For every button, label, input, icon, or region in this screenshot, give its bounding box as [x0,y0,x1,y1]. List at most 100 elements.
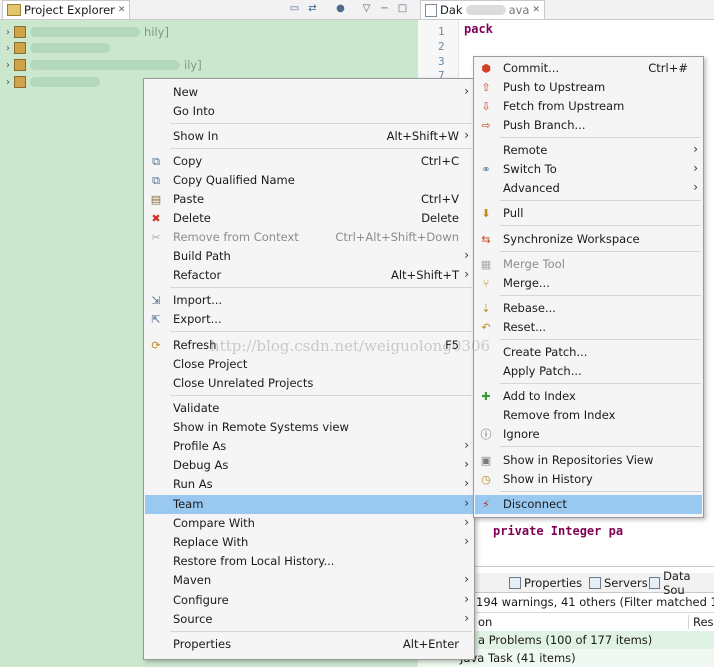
minimize-icon[interactable]: − [378,2,391,15]
menu-label: Source [173,612,213,626]
menu-item-add-to-index[interactable]: ✚ Add to Index [475,387,702,406]
menu-item-merge[interactable]: ⑂ Merge... [475,274,702,293]
menu-item-copy[interactable]: ⧉ Copy Ctrl+C [145,152,473,171]
menu-item-run-as[interactable]: Run As › [145,475,473,494]
menu-item-reset[interactable]: ↶ Reset... [475,318,702,337]
menu-item-advanced[interactable]: Advanced › [475,179,702,198]
menu-item-create-patch[interactable]: Create Patch... [475,343,702,362]
menu-item-restore-from-local-history[interactable]: Restore from Local History... [145,552,473,571]
menu-item-show-in-remote-systems-view[interactable]: Show in Remote Systems view [145,418,473,437]
chevron-right-icon[interactable]: › [6,27,10,38]
menu-item-import[interactable]: ⇲ Import... [145,291,473,310]
column-header[interactable]: Reso [688,615,714,629]
menu-label: Paste [173,192,205,206]
menu-item-go-into[interactable]: Go Into [145,102,473,121]
menu-item-profile-as[interactable]: Profile As › [145,437,473,456]
menu-label: Remove from Context [173,230,299,244]
java-file-icon [425,3,437,17]
paste-icon: ▤ [150,193,162,206]
menu-item-new[interactable]: New › [145,83,473,102]
editor-tab-title: Dak [440,3,463,17]
menu-item-disconnect[interactable]: ⚡ Disconnect [475,495,702,514]
repositories-icon: ▣ [480,454,492,467]
maximize-icon[interactable]: □ [396,2,409,15]
menu-label: Restore from Local History... [173,554,335,568]
menu-item-apply-patch[interactable]: Apply Patch... [475,362,702,381]
menu-item-push-to-upstream[interactable]: ⇧ Push to Upstream [475,78,702,97]
menu-item-close-unrelated-projects[interactable]: Close Unrelated Projects [145,374,473,393]
menu-item-configure[interactable]: Configure › [145,591,473,610]
tree-item-suffix: ily] [184,58,202,72]
project-icon [14,59,26,71]
code-line[interactable]: pack [464,22,493,36]
tree-item-label [30,43,110,53]
menu-item-close-project[interactable]: Close Project [145,355,473,374]
menu-item-delete[interactable]: ✖ Delete Delete [145,209,473,228]
chevron-right-icon: › [693,142,698,156]
menu-item-switch-to[interactable]: ⚭ Switch To › [475,160,702,179]
tree-item[interactable]: › [6,74,100,90]
pull-icon: ⬇ [481,207,491,220]
menu-item-validate[interactable]: Validate [145,399,473,418]
menu-label: Commit... [503,61,560,75]
menu-label: Create Patch... [503,345,588,359]
menu-label: Replace With [173,535,249,549]
tree-item[interactable]: › ily] [6,57,202,73]
chevron-right-icon[interactable]: › [6,43,10,54]
menu-item-export[interactable]: ⇱ Export... [145,310,473,329]
tab-data-source[interactable]: Data Sou [646,569,714,597]
menu-label: Disconnect [503,497,567,511]
menu-label: Reset... [503,320,547,334]
menu-item-debug-as[interactable]: Debug As › [145,456,473,475]
menu-item-show-in-repositories-view[interactable]: ▣ Show in Repositories View [475,451,702,470]
project-explorer-tab[interactable]: Project Explorer ✕ [2,0,131,19]
menu-item-push-branch[interactable]: ⇨ Push Branch... [475,116,702,135]
chevron-right-icon: › [464,248,469,262]
menu-label: Close Unrelated Projects [173,376,314,390]
menu-item-rebase[interactable]: ⇣ Rebase... [475,299,702,318]
menu-item-paste[interactable]: ▤ Paste Ctrl+V [145,190,473,209]
focus-task-icon[interactable]: ● [334,2,347,15]
menu-item-maven[interactable]: Maven › [145,571,473,590]
chevron-right-icon[interactable]: › [6,60,10,71]
menu-item-show-in-history[interactable]: ◷ Show in History [475,470,702,489]
menu-item-show-in[interactable]: Show In Alt+Shift+W › [145,127,473,146]
tab-properties[interactable]: Properties [506,573,585,592]
menu-item-properties[interactable]: Properties Alt+Enter [145,635,473,654]
menu-shortcut: Alt+Shift+T [390,268,459,282]
remove-context-icon: ✂ [151,231,161,244]
menu-item-team[interactable]: Team › [145,495,473,514]
chevron-right-icon[interactable]: › [6,77,10,88]
collapse-all-icon[interactable]: ▭ [288,2,301,15]
menu-item-remote[interactable]: Remote › [475,141,702,160]
menu-item-refactor[interactable]: Refactor Alt+Shift+T › [145,266,473,285]
menu-separator [170,148,472,149]
code-line[interactable]: private Integer pa [493,524,623,538]
menu-item-fetch-from-upstream[interactable]: ⇩ Fetch from Upstream [475,97,702,116]
menu-item-source[interactable]: Source › [145,610,473,629]
view-menu-icon[interactable]: ▽ [360,2,373,15]
link-editor-icon[interactable]: ⇄ [306,2,319,15]
tree-item[interactable]: › [6,40,110,56]
menu-item-pull[interactable]: ⬇ Pull [475,204,702,223]
menu-label: Rebase... [503,301,556,315]
menu-item-commit[interactable]: ⬢ Commit... Ctrl+# [475,59,702,78]
tab-servers[interactable]: Servers [586,573,651,592]
menu-label: Configure [173,593,229,607]
close-icon[interactable]: ✕ [118,5,126,15]
line-number: 2 [438,40,445,53]
editor-tab[interactable]: Dak ava ✕ [420,0,546,19]
tree-item[interactable]: › hily] [6,24,169,40]
menu-item-build-path[interactable]: Build Path › [145,247,473,266]
menu-item-remove-from-index[interactable]: Remove from Index [475,406,702,425]
close-icon[interactable]: ✕ [532,5,540,15]
menu-item-ignore[interactable]: ⓘ Ignore [475,425,702,444]
menu-shortcut: Ctrl+V [421,192,459,206]
menu-label: Show in Repositories View [503,453,654,467]
menu-item-copy-qualified-name[interactable]: ⧉ Copy Qualified Name [145,171,473,190]
menu-item-synchronize-workspace[interactable]: ⇆ Synchronize Workspace [475,230,702,249]
menu-item-compare-with[interactable]: Compare With › [145,514,473,533]
column-header[interactable]: on [478,615,492,629]
chevron-right-icon: › [464,534,469,548]
menu-item-replace-with[interactable]: Replace With › [145,533,473,552]
